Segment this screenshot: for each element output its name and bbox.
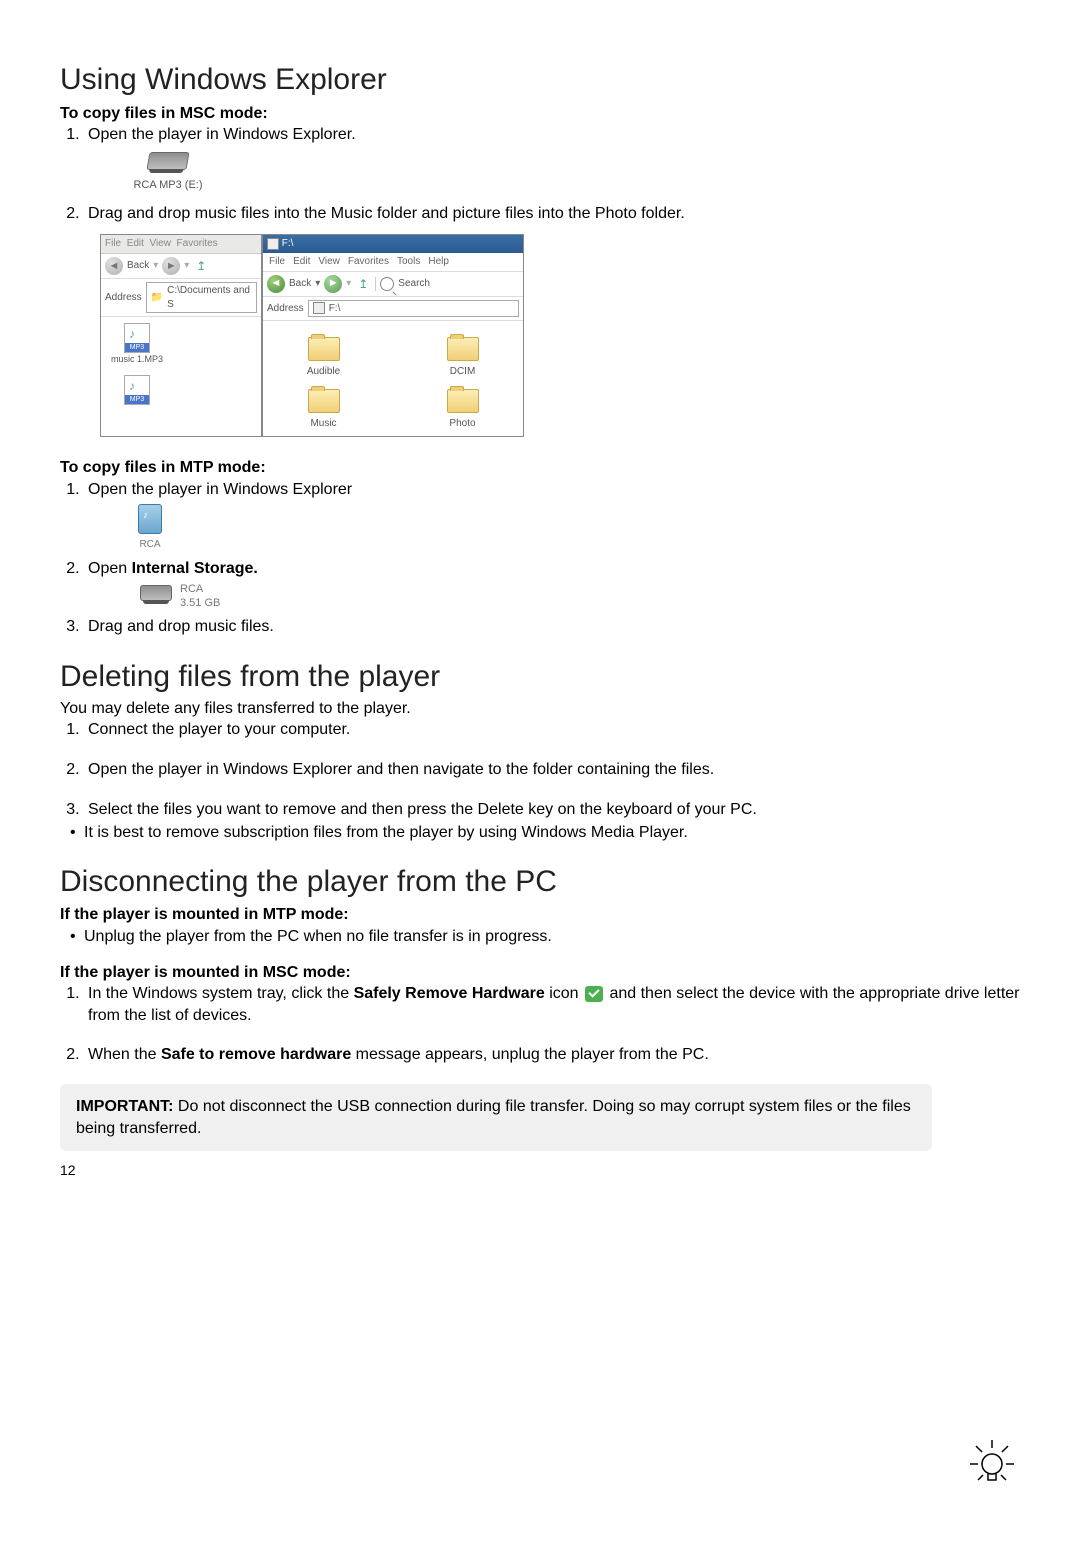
mtp-device-figure: RCA [130, 504, 170, 552]
folder-mini-icon: 📁 [151, 291, 163, 305]
up-folder-icon: ↥ [355, 276, 371, 292]
folder-item: DCIM [433, 337, 493, 379]
mtp-step-1-text: Open the player in Windows Explorer [88, 481, 352, 498]
msc-step-1: Open the player in Windows Explorer. RCA… [84, 124, 1020, 192]
heading-deleting-files: Deleting files from the player [60, 657, 1020, 698]
mtp-step-2: Open Internal Storage. RCA 3.51 GB [84, 558, 1020, 610]
file-name: music 1.MP3 [111, 353, 163, 365]
mtp-device-label: RCA [139, 538, 160, 552]
subheading-disconnect-mtp: If the player is mounted in MTP mode: [60, 904, 1020, 926]
explorer-window-player: F:\ File Edit View Favorites Tools Help … [262, 234, 524, 437]
msc2-b: message appears, unplug the player from … [351, 1046, 709, 1063]
folder-item: Music [294, 389, 354, 431]
folder-icon [447, 337, 479, 361]
file-item: MP3 [107, 375, 167, 405]
msc1-b: icon [545, 985, 583, 1002]
delete-bullet: It is best to remove subscription files … [84, 822, 1020, 844]
explorer-right-addressbar: Address F:\ [263, 297, 523, 322]
folder-icon [447, 389, 479, 413]
important-text: Do not disconnect the USB connection dur… [76, 1098, 911, 1137]
search-icon [380, 277, 394, 291]
drive-figure: RCA MP3 (E:) [128, 152, 208, 193]
msc-step-2: Drag and drop music files into the Music… [84, 203, 1020, 225]
mp3-file-icon: MP3 [124, 375, 150, 405]
back-label: Back [289, 277, 311, 291]
disconnect-mtp-bullet: Unplug the player from the PC when no fi… [84, 926, 1020, 948]
forward-icon: ► [162, 257, 180, 275]
mp3-file-icon: MP3 [124, 323, 150, 353]
deleting-intro: You may delete any files transferred to … [60, 698, 1020, 720]
subheading-disconnect-msc: If the player is mounted in MSC mode: [60, 962, 1020, 984]
heading-disconnecting: Disconnecting the player from the PC [60, 862, 1020, 903]
explorer-left-toolbar: ◄ Back ▾ ► ▾ ↥ [101, 254, 261, 279]
storage-drive-icon [140, 585, 172, 601]
address-value: C:\Documents and S [167, 284, 252, 311]
explorer-right-toolbar: ◄ Back ▾ ► ▾ ↥ Search [263, 272, 523, 297]
heading-using-windows-explorer: Using Windows Explorer [60, 60, 1020, 101]
back-label: Back [127, 259, 149, 273]
address-label: Address [267, 302, 304, 316]
search-label: Search [398, 277, 430, 291]
delete-step-1: Connect the player to your computer. [84, 719, 1020, 741]
mtp-step-2-bold: Internal Storage. [132, 560, 258, 577]
address-value: F:\ [329, 302, 341, 316]
disconnect-msc-step-1: In the Windows system tray, click the Sa… [84, 983, 1020, 1026]
delete-step-3: Select the files you want to remove and … [84, 799, 1020, 821]
file-item: MP3 music 1.MP3 [107, 323, 167, 365]
explorer-right-body: Audible DCIM Music Photo [263, 321, 523, 436]
subheading-msc-mode: To copy files in MSC mode: [60, 103, 1020, 125]
forward-icon: ► [324, 275, 342, 293]
mtp-step-1: Open the player in Windows Explorer RCA [84, 479, 1020, 552]
storage-size: 3.51 GB [180, 597, 220, 610]
drive-mini-icon [313, 302, 325, 314]
msc-step-1-text: Open the player in Windows Explorer. [88, 126, 356, 143]
mtp-device-icon [138, 504, 162, 534]
back-icon: ◄ [105, 257, 123, 275]
back-icon: ◄ [267, 275, 285, 293]
safely-remove-hardware-icon [585, 986, 603, 1002]
drive-label: RCA MP3 (E:) [133, 178, 202, 193]
drive-mini-icon [267, 238, 279, 250]
msc1-bold: Safely Remove Hardware [354, 985, 545, 1002]
tip-sun-icon [964, 1434, 1020, 1490]
folder-item: Photo [433, 389, 493, 431]
msc1-a: In the Windows system tray, click the [88, 985, 354, 1002]
internal-storage-figure: RCA 3.51 GB [140, 583, 1020, 609]
window-title: F:\ [282, 237, 294, 251]
subheading-mtp-mode: To copy files in MTP mode: [60, 457, 1020, 479]
folder-icon [308, 389, 340, 413]
explorer-figure: File Edit View Favorites ◄ Back ▾ ► ▾ ↥ … [100, 234, 1020, 437]
address-label: Address [105, 291, 142, 305]
explorer-window-source: File Edit View Favorites ◄ Back ▾ ► ▾ ↥ … [100, 234, 262, 437]
up-folder-icon: ↥ [193, 258, 209, 274]
folder-icon [308, 337, 340, 361]
explorer-right-menubar: File Edit View Favorites Tools Help [263, 253, 523, 272]
msc2-bold: Safe to remove hardware [161, 1046, 351, 1063]
storage-label: RCA [180, 583, 220, 596]
important-label: IMPORTANT: [76, 1098, 173, 1115]
disconnect-msc-step-2: When the Safe to remove hardware message… [84, 1044, 1020, 1066]
mtp-step-2-prefix: Open [88, 560, 132, 577]
msc2-a: When the [88, 1046, 161, 1063]
delete-step-2: Open the player in Windows Explorer and … [84, 759, 1020, 781]
explorer-left-addressbar: Address 📁 C:\Documents and S [101, 279, 261, 317]
explorer-left-body: MP3 music 1.MP3 MP3 [101, 317, 261, 421]
drive-icon [146, 152, 189, 170]
folder-item: Audible [294, 337, 354, 379]
important-note-box: IMPORTANT: Do not disconnect the USB con… [60, 1084, 932, 1151]
explorer-right-titlebar: F:\ [263, 235, 523, 253]
page-number: 12 [60, 1161, 1020, 1180]
explorer-left-menubar: File Edit View Favorites [101, 235, 261, 254]
mtp-step-3: Drag and drop music files. [84, 616, 1020, 638]
